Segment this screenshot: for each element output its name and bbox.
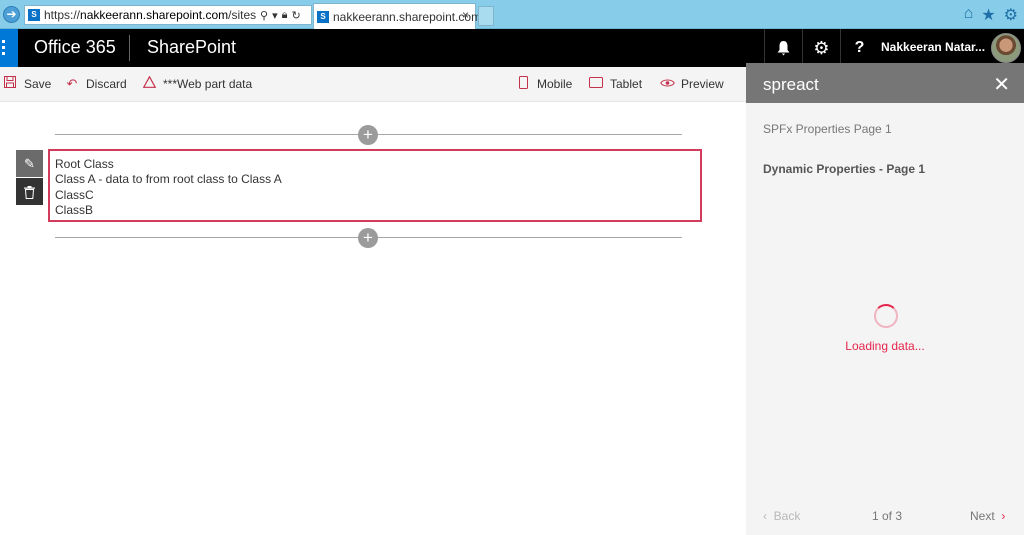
user-name[interactable]: Nakkeeran Natar... [881, 40, 985, 54]
refresh-icon[interactable]: ↻ [291, 9, 300, 22]
address-url[interactable]: https://nakkeerann.sharepoint.com/sites/… [44, 8, 256, 22]
search-icon[interactable]: ⚲ [260, 9, 268, 22]
app-launcher-waffle-icon[interactable] [0, 29, 18, 67]
loading-text: Loading data... [845, 339, 925, 353]
preview-label: Preview [681, 76, 724, 91]
save-icon [3, 76, 17, 91]
edit-pencil-icon[interactable]: ✎ [16, 150, 43, 177]
chevron-left-icon: ‹ [763, 509, 767, 523]
save-label: Save [24, 76, 52, 91]
tab-close-icon[interactable]: × [462, 8, 469, 22]
webpart-container[interactable]: Root Class Class A - data to from root c… [48, 149, 702, 222]
browser-tab[interactable]: S nakkeerann.sharepoint.com × [313, 3, 481, 29]
loading-spinner-icon [874, 304, 898, 328]
lock-icon[interactable]: 🔒︎ [282, 9, 288, 22]
mobile-label: Mobile [537, 77, 573, 91]
discard-button[interactable]: ↶ Discard [65, 76, 127, 92]
tab-favicon-icon: S [317, 10, 329, 23]
undo-icon: ↶ [66, 76, 78, 91]
favorites-star-icon[interactable]: ★ [981, 5, 995, 25]
webpart-text-line: Class A - data to from root class to Cla… [55, 172, 282, 187]
back-label: Back [773, 509, 801, 523]
webpart-text-line: ClassB [55, 203, 94, 218]
notifications-bell-icon[interactable] [764, 29, 802, 67]
property-pane-header: spreact ✕ [746, 63, 1024, 103]
avatar[interactable] [991, 33, 1021, 63]
next-button[interactable]: Next › [970, 509, 1005, 523]
command-bar: Save ↶ Discard ***Web part data Mobile T… [0, 67, 746, 102]
tablet-view-button[interactable]: Tablet [589, 76, 642, 91]
page-label-dynamic: Dynamic Properties - Page 1 [763, 162, 926, 176]
new-tab-button[interactable] [478, 6, 494, 26]
page-indicator: 1 of 3 [872, 509, 903, 523]
tablet-label: Tablet [610, 76, 643, 91]
mobile-view-button[interactable]: Mobile [516, 76, 572, 92]
webpart-data-button[interactable]: ***Web part data [142, 75, 253, 91]
add-webpart-plus-icon[interactable]: + [358, 228, 378, 248]
brand-divider [129, 35, 130, 61]
tablet-icon [589, 76, 603, 91]
address-bar[interactable]: S https://nakkeerann.sharepoint.com/site… [24, 5, 312, 25]
help-icon[interactable]: ? [840, 29, 878, 67]
tab-title: nakkeerann.sharepoint.com [333, 9, 482, 24]
url-path: /sites/spfx/Sha [228, 8, 256, 22]
eye-icon [660, 76, 675, 91]
chevron-right-icon: › [1001, 509, 1006, 523]
next-label: Next [970, 509, 995, 523]
suite-bar: Office 365 SharePoint ⚙ ? Nakkeeran Nata… [0, 29, 1024, 67]
discard-label: Discard [86, 77, 127, 91]
url-host: nakkeerann.sharepoint.com [80, 8, 229, 22]
webpart-text-line: ClassC [55, 187, 94, 202]
settings-gear-icon[interactable]: ⚙ [1004, 5, 1018, 25]
back-button[interactable]: ‹ Back [763, 509, 800, 523]
save-button[interactable]: Save [3, 76, 51, 91]
page-label-spfx: SPFx Properties Page 1 [763, 122, 892, 136]
home-icon[interactable]: ⌂ [964, 5, 974, 25]
property-pane-title: spreact [763, 75, 819, 94]
warning-triangle-icon [142, 75, 156, 91]
back-icon[interactable]: ➔ [3, 6, 20, 23]
browser-toolbar: ➔ S https://nakkeerann.sharepoint.com/si… [0, 0, 1024, 29]
url-prefix: https:// [44, 8, 81, 22]
dropdown-icon[interactable]: ▾ [272, 9, 278, 22]
delete-trash-icon[interactable] [16, 178, 43, 205]
add-webpart-plus-icon[interactable]: + [358, 125, 378, 145]
webpart-data-label: ***Web part data [163, 76, 253, 91]
settings-gear-icon[interactable]: ⚙ [802, 29, 840, 67]
property-pane: spreact ✕ SPFx Properties Page 1 Dynamic… [746, 63, 1024, 535]
office365-brand[interactable]: Office 365 [34, 37, 116, 58]
sharepoint-app-name[interactable]: SharePoint [147, 37, 236, 58]
close-icon[interactable]: ✕ [993, 72, 1010, 97]
preview-button[interactable]: Preview [660, 76, 724, 91]
sharepoint-favicon-icon: S [28, 9, 40, 21]
webpart-text-line: Root Class [55, 157, 114, 171]
mobile-phone-icon [516, 76, 530, 92]
